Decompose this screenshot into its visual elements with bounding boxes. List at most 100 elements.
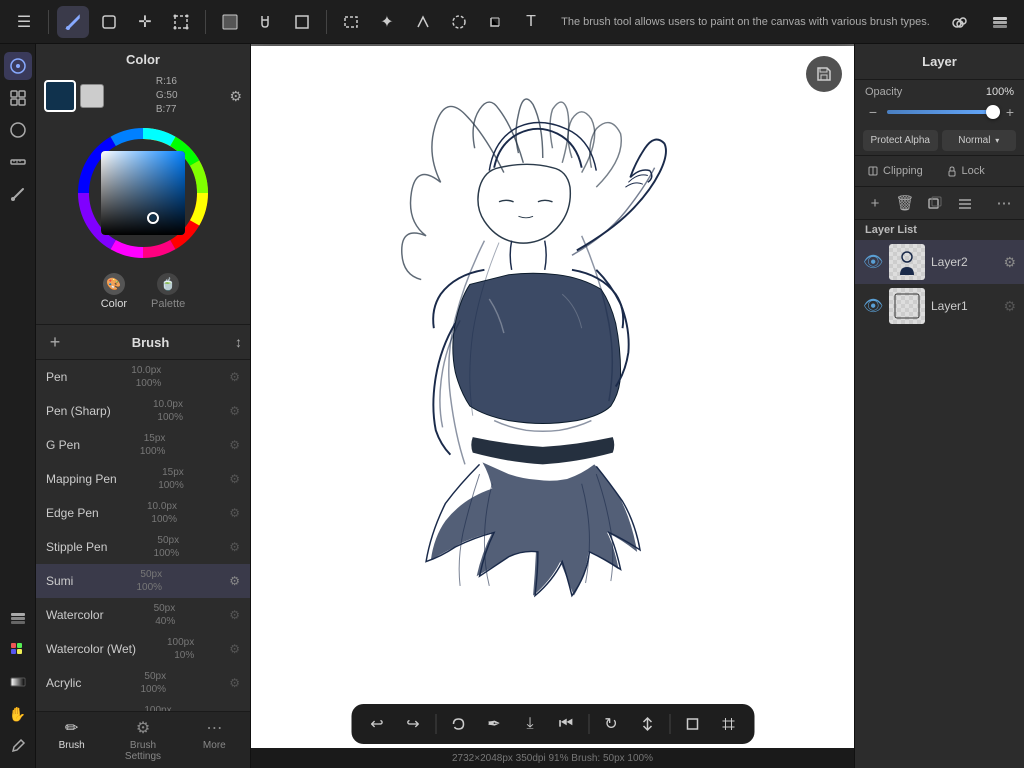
opacity-minus-button[interactable]: − <box>865 104 881 120</box>
color-wheel-container <box>44 123 242 263</box>
main-color-swatch[interactable] <box>44 80 76 112</box>
move-tool-icon[interactable]: ✛ <box>129 6 161 38</box>
more-options-button[interactable]: ⋯ <box>992 191 1016 215</box>
hand-tool-icon[interactable]: ✋ <box>4 700 32 728</box>
brush-item-settings-icon[interactable]: ⚙ <box>229 676 240 690</box>
canvas-save-button[interactable] <box>806 56 842 92</box>
layer-options-icon[interactable] <box>953 191 977 215</box>
brush-item-settings-icon[interactable]: ⚙ <box>229 608 240 622</box>
protect-alpha-button[interactable]: Protect Alpha <box>863 130 938 151</box>
flip-canvas-icon[interactable] <box>633 710 661 738</box>
brush-item-watercolor[interactable]: Watercolor 50px40% ⚙ <box>36 598 250 632</box>
palette-left-icon[interactable] <box>4 636 32 664</box>
brush-item-stipple-pen[interactable]: Stipple Pen 50px100% ⚙ <box>36 530 250 564</box>
crop-bt-icon[interactable] <box>678 710 706 738</box>
fill-tool-icon[interactable] <box>214 6 246 38</box>
eyedropper-left-icon[interactable] <box>4 732 32 760</box>
skip-bt-icon[interactable]: ⏮ <box>552 710 580 738</box>
brush-item-pen[interactable]: Pen 10.0px100% ⚙ <box>36 360 250 394</box>
tooltip-bar: The brush tool allows users to paint on … <box>551 16 940 28</box>
brush-item-settings-icon[interactable]: ⚙ <box>229 438 240 452</box>
pen-bt-icon[interactable]: ✒ <box>480 710 508 738</box>
cloud-icon[interactable] <box>944 6 976 38</box>
transform2-icon[interactable] <box>479 6 511 38</box>
layer2-thumb-content <box>889 244 925 280</box>
brush-item-settings-icon[interactable]: ⚙ <box>229 370 240 384</box>
undo-icon[interactable]: ↩ <box>363 710 391 738</box>
brush-item-pen--sharp-[interactable]: Pen (Sharp) 10.0px100% ⚙ <box>36 394 250 428</box>
color-wheel-side-icon[interactable] <box>4 116 32 144</box>
opacity-plus-button[interactable]: + <box>1006 104 1014 120</box>
layer2-visibility-icon[interactable]: 👁 <box>863 252 883 272</box>
clipping-button[interactable]: Clipping <box>863 160 938 182</box>
tab-brush[interactable]: ✏ Brush <box>36 712 107 768</box>
lasso-bt-icon[interactable] <box>444 710 472 738</box>
brush-item-settings-icon[interactable]: ⚙ <box>229 506 240 520</box>
canvas-area[interactable]: ↩ ↪ ✒ ⤓ ⏮ ↻ 2732×2048px 350dpi 91% <box>251 44 854 768</box>
brush-sort-icon[interactable]: ↕ <box>235 334 242 350</box>
layer-item-layer2[interactable]: 👁 Layer2 ⚙ <box>855 240 1024 284</box>
menu-icon[interactable]: ☰ <box>8 6 40 38</box>
layers-left-icon[interactable] <box>4 604 32 632</box>
bt-separator2 <box>588 714 589 734</box>
left-panel: Color R:16 G:50 B:77 ⚙ <box>36 44 251 768</box>
color-top-row: R:16 G:50 B:77 ⚙ <box>44 75 242 117</box>
brush-item-settings-icon[interactable]: ⚙ <box>229 472 240 486</box>
gradient-icon[interactable] <box>4 668 32 696</box>
shape-tool-icon[interactable] <box>286 6 318 38</box>
ruler-icon[interactable] <box>4 148 32 176</box>
eraser-tool-icon[interactable] <box>93 6 125 38</box>
duplicate-layer-button[interactable] <box>923 191 947 215</box>
brush-item-watercolor--wet-[interactable]: Watercolor (Wet) 100px10% ⚙ <box>36 632 250 666</box>
lock-button[interactable]: Lock <box>942 160 1017 182</box>
layer1-name: Layer1 <box>931 299 997 313</box>
sub-color-swatch[interactable] <box>80 84 104 108</box>
gallery-icon[interactable] <box>4 84 32 112</box>
brush-item-acrylic[interactable]: Acrylic 50px100% ⚙ <box>36 666 250 700</box>
brush-left-icon[interactable] <box>4 180 32 208</box>
lasso-icon[interactable] <box>443 6 475 38</box>
rotate-canvas-icon[interactable]: ↻ <box>597 710 625 738</box>
canvas-surface[interactable] <box>251 46 854 766</box>
brush-item-edge-pen[interactable]: Edge Pen 10.0px100% ⚙ <box>36 496 250 530</box>
layer1-settings-icon[interactable]: ⚙ <box>1003 298 1016 315</box>
add-layer-button[interactable]: + <box>863 191 887 215</box>
brush-item-mapping-pen[interactable]: Mapping Pen 15px100% ⚙ <box>36 462 250 496</box>
color-settings-icon[interactable]: ⚙ <box>229 88 242 105</box>
blend-mode-button[interactable]: Normal ▾ <box>942 130 1017 151</box>
brush-item-airbrush[interactable]: Airbrush 100px20% ⚙ <box>36 700 250 711</box>
delete-layer-button[interactable]: 🗑 <box>893 191 917 215</box>
brush-item-settings-icon[interactable]: ⚙ <box>229 642 240 656</box>
layers-icon[interactable] <box>984 6 1016 38</box>
brush-item-settings-icon[interactable]: ⚙ <box>229 540 240 554</box>
brush-title: Brush <box>72 335 229 350</box>
tab-more[interactable]: ⋯ More <box>179 712 250 768</box>
brush-size-opacity: 15px100% <box>158 466 184 492</box>
brush-tool-icon[interactable] <box>57 6 89 38</box>
layer1-visibility-icon[interactable]: 👁 <box>863 296 883 316</box>
color-wheel[interactable] <box>73 123 213 263</box>
redo-icon[interactable]: ↪ <box>399 710 427 738</box>
layer-item-layer1[interactable]: 👁 Layer1 ⚙ <box>855 284 1024 328</box>
download-bt-icon[interactable]: ⤓ <box>516 710 544 738</box>
brush-item-settings-icon[interactable]: ⚙ <box>229 574 240 588</box>
brush-item-g-pen[interactable]: G Pen 15px100% ⚙ <box>36 428 250 462</box>
text-tool-icon[interactable]: T <box>515 6 547 38</box>
layer2-settings-icon[interactable]: ⚙ <box>1003 254 1016 271</box>
tab-brush-settings[interactable]: ⚙ Brush Settings <box>107 712 178 768</box>
opacity-slider-thumb[interactable] <box>986 105 1000 119</box>
navigator-icon[interactable] <box>4 52 32 80</box>
opacity-slider[interactable] <box>887 110 1000 114</box>
add-brush-button[interactable]: + <box>44 331 66 353</box>
transform-tool-icon[interactable] <box>165 6 197 38</box>
brush-item-settings-icon[interactable]: ⚙ <box>229 404 240 418</box>
select-rect-icon[interactable] <box>335 6 367 38</box>
tab-palette[interactable]: 🍵 Palette <box>151 273 185 310</box>
opacity-value: 100% <box>986 86 1014 98</box>
pen-vector-icon[interactable] <box>407 6 439 38</box>
paint-bucket-icon[interactable] <box>250 6 282 38</box>
brush-item-sumi[interactable]: Sumi 50px100% ⚙ <box>36 564 250 598</box>
eyedropper-icon[interactable]: ✦ <box>371 6 403 38</box>
grid-bt-icon[interactable] <box>714 710 742 738</box>
tab-color[interactable]: 🎨 Color <box>101 273 127 310</box>
